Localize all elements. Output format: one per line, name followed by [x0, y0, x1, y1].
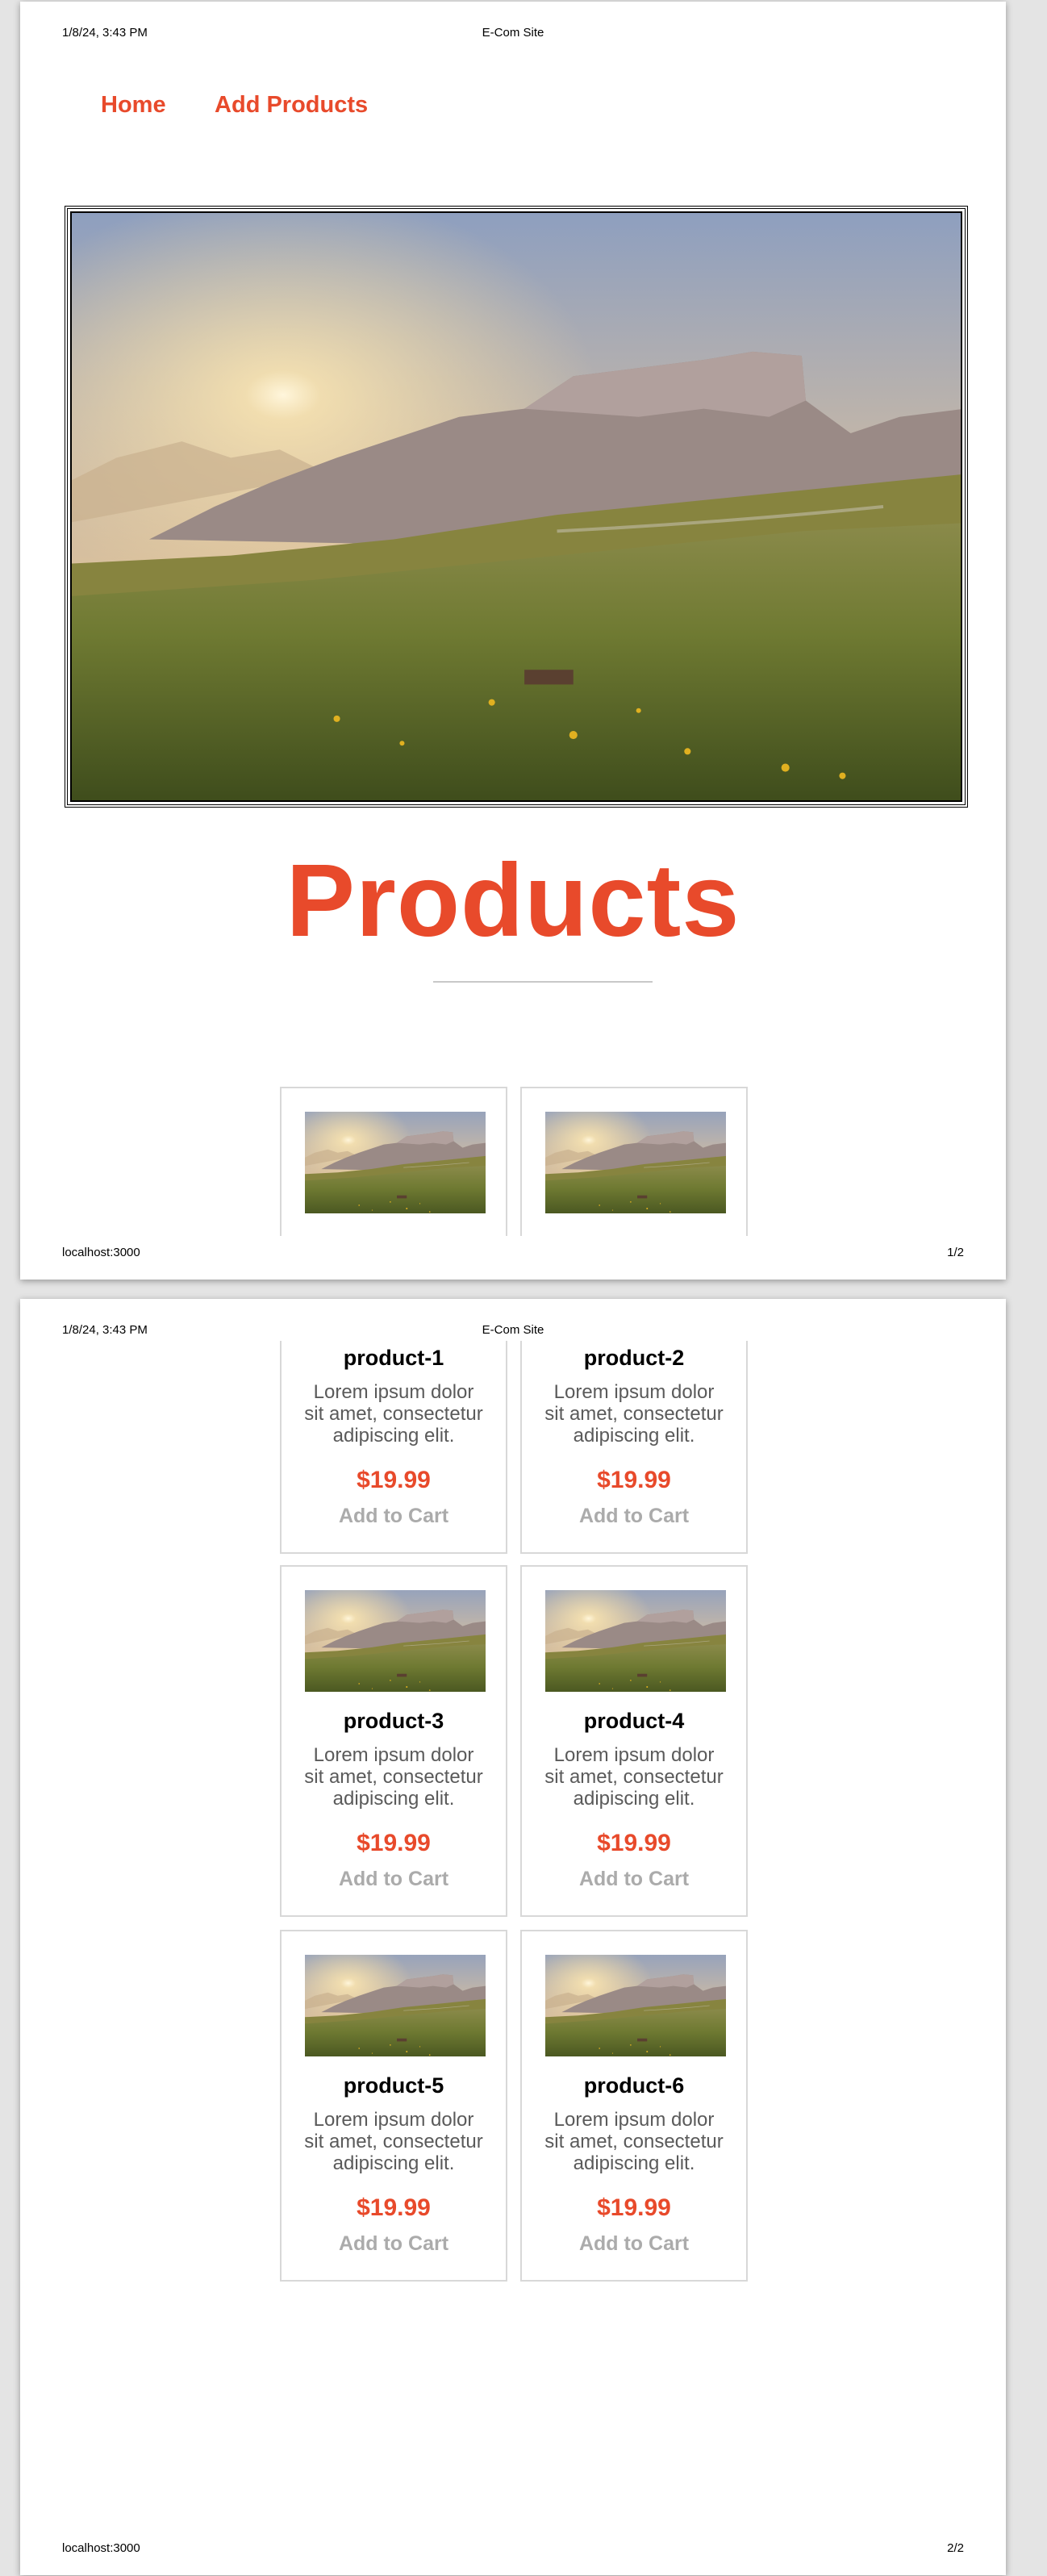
product-card-3: product-3 Lorem ipsum dolor sit amet, co… — [280, 1565, 507, 1917]
print-title: E-Com Site — [482, 26, 544, 40]
print-footer: localhost:3000 2/2 — [62, 2541, 964, 2557]
product-grid-continued: product-1 Lorem ipsum dolor sit amet, co… — [280, 1341, 764, 1554]
print-page-1: 1/8/24, 3:43 PM E-Com Site Home Add Prod… — [20, 2, 1006, 1280]
product-image — [305, 1955, 486, 2056]
product-image — [305, 1590, 486, 1692]
product-description: Lorem ipsum dolor sit amet, consectetur … — [544, 2109, 724, 2174]
product-card-1: product-1 Lorem ipsum dolor sit amet, co… — [280, 1341, 507, 1554]
print-url: localhost:3000 — [62, 2541, 140, 2555]
product-price: $19.99 — [597, 2194, 671, 2221]
product-description: Lorem ipsum dolor sit amet, consectetur … — [304, 1744, 483, 1810]
product-description: Lorem ipsum dolor sit amet, consectetur … — [544, 1744, 724, 1810]
product-image — [545, 1590, 726, 1692]
product-price: $19.99 — [597, 1467, 671, 1493]
product-name: product-6 — [583, 2073, 685, 2098]
add-to-cart-button[interactable]: Add to Cart — [282, 1868, 506, 1891]
hero-image — [65, 206, 968, 808]
print-page-2: 1/8/24, 3:43 PM E-Com Site product-1 Lor… — [20, 1299, 1006, 2575]
product-card-6: product-6 Lorem ipsum dolor sit amet, co… — [520, 1930, 748, 2282]
landscape-image — [72, 213, 961, 800]
product-description: Lorem ipsum dolor sit amet, consectetur … — [544, 1381, 724, 1447]
product-card-2: product-2 Lorem ipsum dolor sit amet, co… — [520, 1341, 748, 1554]
add-to-cart-button[interactable]: Add to Cart — [282, 2232, 506, 2256]
product-name: product-4 — [583, 1709, 685, 1733]
main-nav: Home Add Products — [101, 92, 413, 119]
product-description: Lorem ipsum dolor sit amet, consectetur … — [304, 2109, 483, 2174]
print-footer: localhost:3000 1/2 — [62, 1246, 964, 1262]
product-image — [545, 1112, 726, 1213]
product-image — [545, 1955, 726, 2056]
product-name: product-3 — [343, 1709, 444, 1733]
product-name: product-1 — [343, 1346, 444, 1370]
add-to-cart-button[interactable]: Add to Cart — [522, 1505, 746, 1528]
product-card — [280, 1087, 507, 1236]
product-card — [520, 1087, 748, 1236]
product-description: Lorem ipsum dolor sit amet, consectetur … — [304, 1381, 483, 1447]
print-title: E-Com Site — [482, 1323, 544, 1337]
print-page-number: 1/2 — [947, 1246, 964, 1259]
product-name: product-5 — [343, 2073, 444, 2098]
product-price: $19.99 — [357, 1830, 431, 1856]
print-header: 1/8/24, 3:43 PM E-Com Site — [62, 1323, 964, 1339]
product-image — [305, 1112, 486, 1213]
product-card-5: product-5 Lorem ipsum dolor sit amet, co… — [280, 1930, 507, 2282]
print-page-number: 2/2 — [947, 2541, 964, 2555]
title-divider — [433, 981, 653, 983]
nav-link-add-products[interactable]: Add Products — [215, 92, 368, 119]
add-to-cart-button[interactable]: Add to Cart — [522, 2232, 746, 2256]
product-grid-top — [280, 1087, 764, 1236]
product-name: product-2 — [583, 1346, 685, 1370]
product-price: $19.99 — [597, 1830, 671, 1856]
page-title: Products — [286, 843, 740, 958]
nav-link-home[interactable]: Home — [101, 92, 166, 119]
add-to-cart-button[interactable]: Add to Cart — [282, 1505, 506, 1528]
add-to-cart-button[interactable]: Add to Cart — [522, 1868, 746, 1891]
product-price: $19.99 — [357, 2194, 431, 2221]
product-card-4: product-4 Lorem ipsum dolor sit amet, co… — [520, 1565, 748, 1917]
product-price: $19.99 — [357, 1467, 431, 1493]
print-header: 1/8/24, 3:43 PM E-Com Site — [62, 26, 964, 42]
print-url: localhost:3000 — [62, 1246, 140, 1259]
